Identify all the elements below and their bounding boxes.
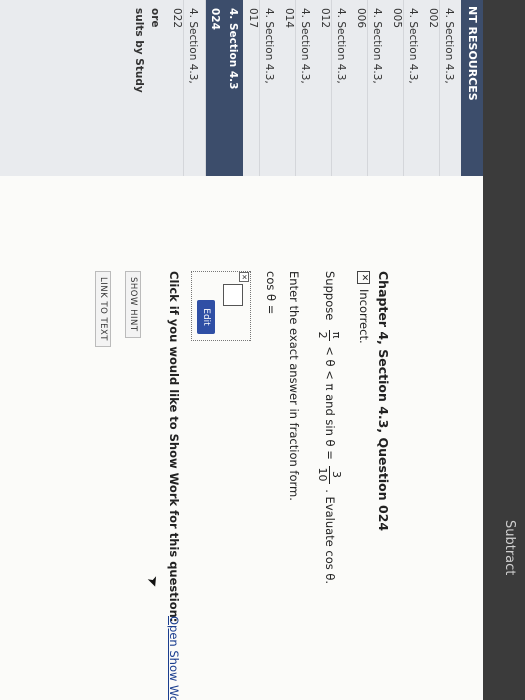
sidebar-item[interactable]: 4. Section 4.3, <box>403 0 423 176</box>
show-hint-button[interactable]: SHOW HINT <box>125 271 141 338</box>
sidebar-item-number: 006 <box>355 8 367 29</box>
sidebar-item-number: 022 <box>171 8 183 29</box>
sidebar-item-number: 005 <box>391 8 403 29</box>
sidebar-results-by-study[interactable]: sults by Study <box>133 0 145 176</box>
fraction-pi-over-2: π 2 <box>316 329 343 341</box>
sidebar-item-active-number[interactable]: 024 <box>205 0 225 176</box>
top-bar: Subtract <box>483 0 525 700</box>
link-to-text-button[interactable]: LINK TO TEXT <box>95 271 111 347</box>
mouse-cursor-icon: ➤ <box>143 573 163 591</box>
incorrect-x-icon: ✕ <box>357 271 371 284</box>
open-show-work-link[interactable]: Open Show Work <box>167 616 181 700</box>
sidebar-item-number: 012 <box>319 8 331 29</box>
sidebar-item[interactable]: 4. Section 4.3, <box>295 0 315 176</box>
question-panel: Chapter 4, Section 4.3, Question 024 ✕ I… <box>0 176 483 700</box>
sidebar-more[interactable]: ore <box>149 0 161 176</box>
show-work-prompt: Click if you would like to Show Work for… <box>167 271 181 623</box>
question-title: Chapter 4, Section 4.3, Question 024 <box>376 271 391 532</box>
sidebar-item-number: 017 <box>247 8 259 29</box>
sidebar-item-active[interactable]: 4. Section 4.3 <box>223 0 243 176</box>
sidebar-item[interactable]: 4. Section 4.3, <box>259 0 279 176</box>
sidebar-item[interactable]: 4. Section 4.3, <box>367 0 387 176</box>
top-bar-text: Subtract <box>502 520 517 576</box>
instruction-text: Enter the exact answer in fraction form. <box>287 271 301 501</box>
sidebar-item-number: 002 <box>427 8 439 29</box>
edit-button[interactable]: Edit <box>197 300 215 334</box>
sidebar-item[interactable]: 4. Section 4.3, <box>439 0 459 176</box>
status-row: ✕ Incorrect. <box>357 271 371 344</box>
sidebar-item-number: 014 <box>283 8 295 29</box>
sidebar-item[interactable]: 4. Section 4.3, <box>331 0 351 176</box>
question-prompt: Suppose π 2 < θ < π and sin θ = 3 10 . E… <box>316 271 343 585</box>
sidebar-item[interactable]: 4. Section 4.3, <box>183 0 203 176</box>
close-icon[interactable]: ✕ <box>239 272 249 282</box>
answer-label: cos θ = <box>264 271 278 315</box>
sidebar: NT RESOURCES 4. Section 4.3, 002 4. Sect… <box>0 0 483 176</box>
screen: Subtract NT RESOURCES 4. Section 4.3, 00… <box>0 0 525 700</box>
fraction-sin-value: 3 10 <box>316 465 343 484</box>
answer-input-box[interactable] <box>223 284 243 306</box>
sidebar-header: NT RESOURCES <box>461 0 483 176</box>
status-text: Incorrect. <box>357 289 371 344</box>
